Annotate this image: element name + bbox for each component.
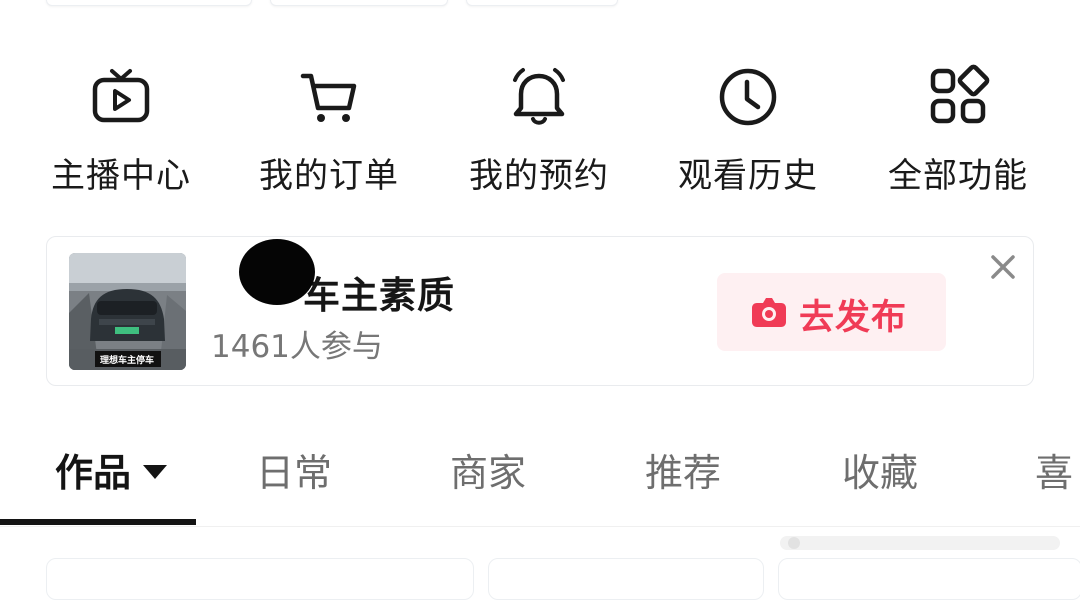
tab-label: 推荐 [645,451,722,495]
tv-play-icon [92,69,150,123]
tab-daily[interactable]: 日常 [256,442,332,497]
clock-icon [719,68,777,126]
quick-action-label: 我的预约 [469,156,609,196]
top-chip-3[interactable] [466,0,618,6]
publish-label: 去发布 [799,298,908,338]
tab-merchant[interactable]: 商家 [450,442,526,497]
close-icon[interactable] [987,251,1019,283]
quick-actions-row: 主播中心 我的订单 我的预约 观看历史 全部功能 [0,64,1080,196]
topic-card[interactable]: 理想车主停车 车主素质 1461人参与 去发布 [46,236,1034,386]
participant-count: 1461人参与 [211,329,383,365]
redaction-mark [239,239,315,305]
quick-action-label: 主播中心 [51,156,191,196]
quick-action-watch-history[interactable]: 观看历史 [648,64,848,196]
tab-favorites[interactable]: 收藏 [842,442,918,497]
car-photo-image: 理想车主停车 [69,253,186,370]
active-tab-indicator [0,519,196,525]
quick-action-streamer-center[interactable]: 主播中心 [21,64,221,196]
tab-works[interactable]: 作品 [55,442,168,497]
caret-down-icon[interactable] [143,464,168,479]
grid-card-1[interactable] [46,558,474,600]
bell-icon [513,68,565,125]
top-chip-1[interactable] [46,0,252,6]
tab-label: 作品 [55,451,132,495]
quick-action-my-orders[interactable]: 我的订单 [229,64,429,196]
grid-icon [930,64,990,124]
quick-action-label: 全部功能 [888,156,1028,196]
quick-action-all-functions[interactable]: 全部功能 [858,64,1058,196]
publish-button[interactable]: 去发布 [717,273,946,351]
camera-icon [752,298,786,327]
quick-action-my-reservations[interactable]: 我的预约 [439,64,639,196]
content-tab-bar: 作品 日常 商家 推荐 收藏 喜 [0,428,1080,527]
tab-label: 喜 [1035,451,1074,495]
tab-label: 商家 [450,451,527,495]
quick-action-label: 观看历史 [678,156,818,196]
tab-recommend[interactable]: 推荐 [645,442,721,497]
cart-icon [300,73,357,122]
tab-likes[interactable]: 喜 [1035,442,1073,497]
grid-card-2[interactable] [488,558,764,600]
grid-card-3[interactable] [778,558,1080,600]
tab-label: 日常 [256,451,333,495]
thumbnail-caption: 理想车主停车 [100,354,154,366]
top-chip-2[interactable] [270,0,448,6]
quick-action-label: 我的订单 [259,156,399,196]
topic-thumbnail[interactable]: 理想车主停车 [69,253,186,370]
tab-label: 收藏 [842,451,919,495]
